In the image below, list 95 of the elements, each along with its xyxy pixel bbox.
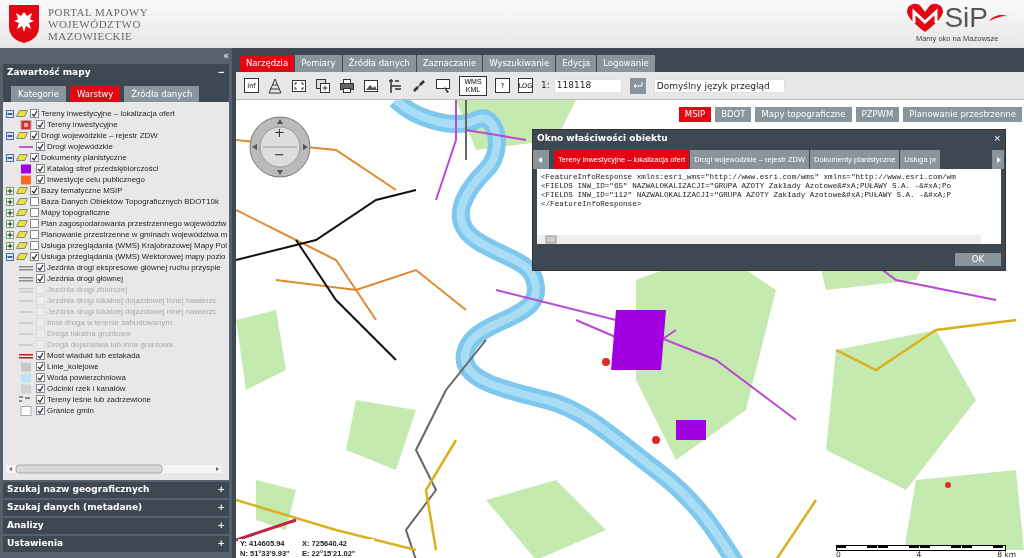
scale-label: 1: <box>541 78 550 92</box>
layer-icon <box>16 231 28 238</box>
heart-logo-icon <box>906 3 945 34</box>
portal-title-line: MAZOWIECKIE <box>48 30 134 42</box>
forest-area <box>256 480 296 530</box>
layer-icon <box>16 220 28 227</box>
minus-toggle-icon[interactable] <box>6 109 14 118</box>
portal-title-line: PORTAL MAPOWY <box>48 6 149 18</box>
checkbox[interactable] <box>30 197 39 206</box>
logo-text: SiP <box>944 4 988 33</box>
zoom-out-button[interactable]: − <box>274 148 285 161</box>
checkbox[interactable] <box>30 208 39 217</box>
left-arrow-icon[interactable] <box>537 155 545 164</box>
print-icon[interactable] <box>339 77 355 94</box>
checkbox[interactable] <box>36 373 45 382</box>
dialog-title: Okno właściwości obiektu <box>537 131 668 145</box>
plus-toggle-icon[interactable] <box>6 230 14 239</box>
plus-toggle-icon[interactable] <box>6 208 14 217</box>
section-title: Ustawienia <box>7 537 64 551</box>
coat-of-arms-icon <box>8 4 40 44</box>
section-title: Szukaj nazw geograficznych <box>7 483 150 497</box>
scroll-right-button[interactable] <box>992 150 1004 169</box>
panel-title: Zawartość mapy <box>7 66 91 80</box>
expand-sign: + <box>217 483 225 497</box>
checkbox[interactable] <box>30 153 39 162</box>
layer-icon <box>16 242 28 249</box>
zone-area <box>676 420 706 440</box>
navigation-compass[interactable] <box>249 116 311 178</box>
checkbox[interactable] <box>30 252 39 261</box>
layer-icon <box>16 253 28 260</box>
section-title: Analizy <box>7 519 44 533</box>
minus-toggle-icon[interactable] <box>6 252 14 261</box>
checkbox[interactable] <box>36 175 45 184</box>
plus-toggle-icon[interactable] <box>6 241 14 250</box>
forest-area <box>346 400 416 470</box>
site-marker <box>945 482 951 488</box>
basemap-button[interactable]: MSIP <box>678 107 712 122</box>
checkbox[interactable] <box>36 362 45 371</box>
scale-select[interactable]: 118118 <box>553 78 622 93</box>
expand-sign: + <box>217 519 225 533</box>
portal-title-line: WOJEWÓDZTWO <box>48 18 142 30</box>
checkbox[interactable] <box>36 395 45 404</box>
minus-toggle-icon[interactable] <box>6 153 14 162</box>
language-select[interactable]: Domyślny język przegląd <box>653 78 785 93</box>
checkbox[interactable] <box>30 230 39 239</box>
expand-sign: + <box>217 537 225 551</box>
horizontal-scrollbar[interactable] <box>6 464 222 474</box>
layer-icon <box>16 198 28 205</box>
accordion-header[interactable]: Szukaj nazw geograficznych + <box>3 482 229 498</box>
section-title: Szukaj danych (metadane) <box>7 501 143 515</box>
checkbox[interactable] <box>36 274 45 283</box>
site-marker <box>652 436 660 444</box>
checkbox[interactable] <box>36 263 45 272</box>
panel-tab[interactable]: Warstwy <box>69 86 121 102</box>
expand-sign: + <box>217 501 225 515</box>
close-button[interactable]: × <box>993 131 1001 146</box>
image-icon[interactable] <box>363 77 379 94</box>
screen-pointer-icon[interactable] <box>435 77 451 94</box>
legend-icon[interactable] <box>387 77 403 94</box>
plus-toggle-icon[interactable] <box>6 219 14 228</box>
checkbox[interactable] <box>36 120 45 129</box>
plus-toggle-icon[interactable] <box>6 197 14 206</box>
accordion-header[interactable]: Szukaj danych (metadane) + <box>3 500 229 516</box>
accordion-header[interactable]: Analizy + <box>3 518 229 534</box>
checkbox[interactable] <box>30 241 39 250</box>
full-extent-icon[interactable] <box>291 77 307 94</box>
layer-icon <box>16 154 28 161</box>
right-arrow-icon[interactable] <box>994 155 1002 164</box>
site-marker <box>602 358 610 366</box>
link-icon[interactable] <box>411 77 427 94</box>
checkbox[interactable] <box>30 109 39 118</box>
checkbox[interactable] <box>36 142 45 151</box>
horizontal-scrollbar[interactable] <box>537 235 981 244</box>
layer-icon <box>16 209 28 216</box>
checkbox[interactable] <box>30 219 39 228</box>
collapse-sidebar-button[interactable]: « <box>222 50 229 64</box>
checkbox[interactable] <box>36 164 45 173</box>
add-layer-icon[interactable] <box>315 77 331 94</box>
checkbox[interactable] <box>30 131 39 140</box>
scroll-left-button[interactable] <box>533 150 549 169</box>
layer-icon <box>16 187 28 194</box>
collapse-panel-button[interactable]: − <box>217 66 225 80</box>
checkbox[interactable] <box>36 351 45 360</box>
minus-toggle-icon[interactable] <box>6 131 14 140</box>
zoom-in-button[interactable]: + <box>274 126 285 139</box>
checkbox[interactable] <box>36 384 45 393</box>
checkbox[interactable] <box>30 186 39 195</box>
zone-area <box>611 310 666 370</box>
layer-icon <box>16 132 28 139</box>
menu-tab[interactable]: Narzędzia <box>240 55 295 72</box>
checkbox[interactable] <box>36 406 45 415</box>
layer-icon <box>16 110 28 117</box>
cone-icon[interactable] <box>267 77 283 94</box>
plus-toggle-icon[interactable] <box>6 186 14 195</box>
accordion-header[interactable]: Ustawienia + <box>3 536 229 552</box>
